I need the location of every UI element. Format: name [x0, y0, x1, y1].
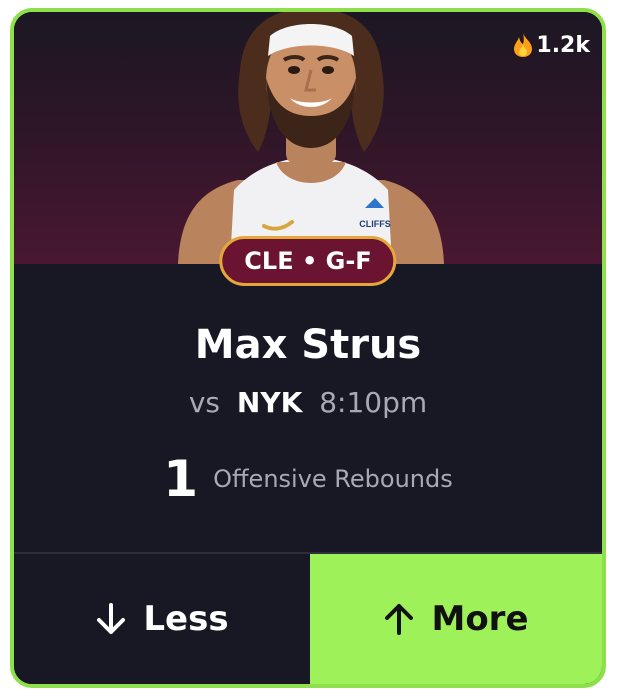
popularity-count: 1.2k: [536, 32, 590, 58]
more-label: More: [431, 599, 529, 639]
arrow-up-icon: [385, 604, 414, 635]
more-button[interactable]: More: [310, 554, 602, 684]
opponent-team: NYK: [236, 386, 303, 419]
projection-line: 1 Offensive Rebounds: [14, 450, 602, 508]
player-prop-card[interactable]: CLIFFS 1.2k CLE • G-F Max Strus vs NYK 8…: [10, 8, 606, 688]
stat-type-label: Offensive Rebounds: [213, 465, 453, 493]
player-photo: CLIFFS: [178, 12, 444, 264]
jersey-text: CLIFFS: [359, 219, 391, 229]
arrow-down-icon: [97, 603, 126, 634]
fire-icon: [514, 33, 533, 57]
less-button[interactable]: Less: [14, 554, 310, 684]
projection-value: 1: [163, 450, 199, 508]
less-label: Less: [143, 599, 229, 639]
popularity-indicator: 1.2k: [512, 32, 590, 58]
team-position-badge: CLE • G-F: [219, 236, 397, 286]
matchup-prefix: vs: [188, 386, 220, 419]
matchup-info: vs NYK 8:10pm: [14, 386, 602, 419]
game-time: 8:10pm: [319, 386, 428, 419]
player-name: Max Strus: [194, 322, 422, 368]
player-hero: CLIFFS 1.2k: [14, 12, 602, 264]
